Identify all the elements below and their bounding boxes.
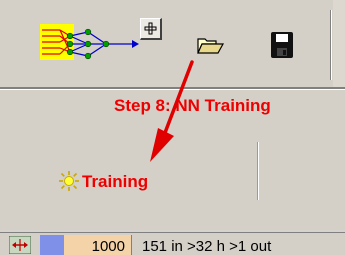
status-color-swatch — [40, 235, 64, 255]
add-button[interactable] — [140, 18, 162, 40]
sun-icon — [59, 171, 79, 191]
panel-separator — [257, 142, 259, 200]
toolbar — [0, 0, 345, 87]
training-tab[interactable]: Training — [58, 168, 208, 194]
neural-network-button[interactable] — [40, 20, 140, 64]
toolbar-separator — [330, 10, 332, 80]
step-caption: Step 8: NN Training — [114, 96, 271, 115]
training-tab-label: Training — [82, 172, 149, 191]
status-count: 1000 — [91, 238, 125, 255]
network-topology-text: 151 in >32 h >1 out — [142, 238, 272, 255]
plus-icon — [144, 22, 157, 35]
save-file-button[interactable] — [268, 30, 298, 60]
step-panel: Step 8: NN Training Training — [0, 90, 345, 230]
floppy-disk-icon — [271, 32, 293, 58]
open-folder-icon — [197, 38, 225, 54]
neural-network-icon — [40, 24, 139, 60]
app-window: Step 8: NN Training Training 1000 151 in… — [0, 0, 345, 255]
status-bar: 1000 151 in >32 h >1 out — [0, 232, 345, 255]
open-file-button[interactable] — [196, 34, 226, 56]
resize-horizontal-icon[interactable] — [9, 236, 31, 254]
toolbar-overflow-area — [333, 0, 345, 87]
status-count-cell: 1000 — [64, 235, 132, 255]
